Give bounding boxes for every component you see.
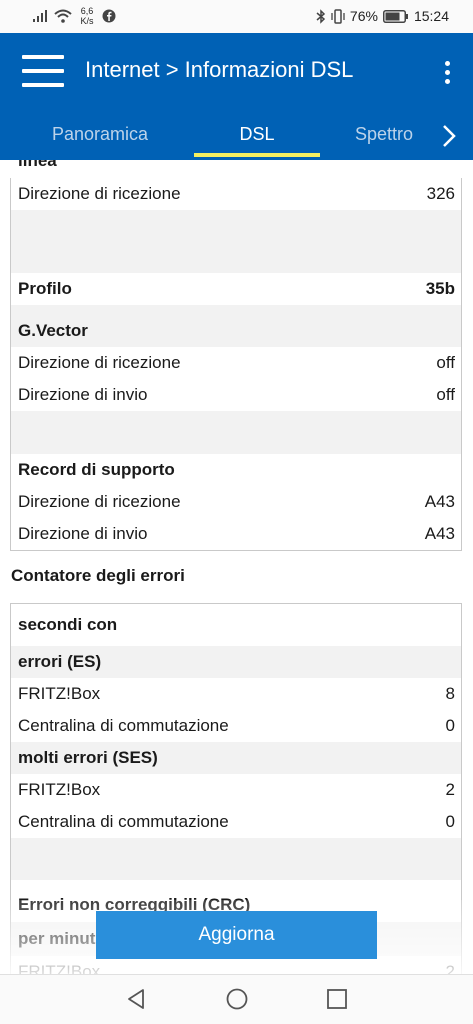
list-item: FRITZ!Box 2 bbox=[11, 774, 461, 806]
spacer-row bbox=[11, 838, 461, 880]
refresh-button[interactable]: Aggiorna bbox=[96, 911, 377, 959]
row-value: off bbox=[436, 353, 455, 372]
row-value: A43 bbox=[424, 492, 455, 511]
vibrate-icon bbox=[331, 8, 345, 24]
network-speed-value: 6,6 bbox=[80, 6, 94, 16]
battery-icon bbox=[382, 9, 408, 23]
network-speed: 6,6 K/s bbox=[78, 6, 96, 26]
list-item: Direzione di invio off bbox=[11, 379, 461, 411]
wifi-icon bbox=[54, 9, 72, 23]
system-nav-bar bbox=[0, 974, 473, 1024]
clock: 15:24 bbox=[413, 8, 449, 24]
row-label: FRITZ!Box bbox=[18, 780, 101, 799]
row-value: 2 bbox=[445, 962, 455, 974]
signal-icon bbox=[33, 10, 47, 22]
tab-dsl[interactable]: DSL bbox=[194, 113, 320, 158]
row-label: Direzione di invio bbox=[18, 385, 148, 404]
row-label: Direzione di ricezione bbox=[18, 353, 181, 372]
row-value: A43 bbox=[424, 524, 455, 543]
row-value: off bbox=[436, 385, 455, 404]
line-info-card: Direzione di ricezione 326 Profilo 35b G… bbox=[10, 178, 462, 551]
list-item: molti errori (SES) bbox=[11, 742, 461, 774]
status-bar-left: 6,6 K/s bbox=[32, 6, 116, 26]
app-bar: Internet > Informazioni DSL Panoramica D… bbox=[0, 33, 473, 160]
list-item: Direzione di ricezione off bbox=[11, 347, 461, 379]
row-label: Record di supporto bbox=[18, 460, 175, 479]
row-label: Centralina di commutazione bbox=[18, 812, 229, 831]
overflow-menu-icon[interactable] bbox=[443, 61, 451, 87]
row-value: 8 bbox=[445, 684, 455, 703]
spacer-row bbox=[11, 411, 461, 454]
row-value: 326 bbox=[426, 184, 455, 203]
list-item: Centralina di commutazione 0 bbox=[11, 710, 461, 742]
network-speed-unit: K/s bbox=[80, 16, 94, 26]
page-title: Internet > Informazioni DSL bbox=[85, 57, 354, 82]
bluetooth-icon bbox=[316, 8, 326, 24]
row-label: Direzione di ricezione bbox=[18, 184, 181, 203]
list-item: Centralina di commutazione 0 bbox=[11, 806, 461, 838]
row-label: Centralina di commutazione bbox=[18, 716, 229, 735]
row-label: FRITZ!Box bbox=[18, 962, 101, 974]
list-item: errori (ES) bbox=[11, 646, 461, 678]
tab-spettro[interactable]: Spettro bbox=[355, 113, 445, 158]
row-label: errori (ES) bbox=[18, 652, 102, 671]
row-value: 35b bbox=[425, 279, 455, 298]
row-label: Direzione di ricezione bbox=[18, 492, 181, 511]
status-bar-right: 76% 15:24 bbox=[316, 8, 449, 24]
row-label: secondi con bbox=[18, 615, 118, 634]
list-item: Direzione di ricezione 326 bbox=[11, 178, 461, 210]
row-label: Profilo bbox=[18, 279, 72, 298]
dsl-info-content[interactable]: linea Direzione di ricezione 326 Profilo… bbox=[0, 160, 473, 974]
section-label-cutoff: linea bbox=[18, 160, 57, 170]
list-item: Profilo 35b bbox=[11, 273, 461, 305]
row-label: FRITZ!Box bbox=[18, 684, 101, 703]
list-item: secondi con bbox=[11, 604, 461, 646]
row-label: G.Vector bbox=[18, 321, 88, 340]
list-item: FRITZ!Box 8 bbox=[11, 678, 461, 710]
list-item: Direzione di invio A43 bbox=[11, 518, 461, 550]
error-counter-heading: Contatore degli errori bbox=[11, 566, 185, 585]
row-label: molti errori (SES) bbox=[18, 748, 158, 767]
list-item: G.Vector bbox=[11, 305, 461, 347]
menu-icon[interactable] bbox=[22, 55, 64, 87]
recents-icon[interactable] bbox=[325, 987, 349, 1011]
home-icon[interactable] bbox=[225, 987, 249, 1011]
facebook-icon bbox=[102, 9, 116, 23]
tab-panoramica[interactable]: Panoramica bbox=[30, 113, 170, 158]
list-item: Record di supporto bbox=[11, 454, 461, 486]
list-item: Direzione di ricezione A43 bbox=[11, 486, 461, 518]
row-label: Direzione di invio bbox=[18, 524, 148, 543]
chevron-right-icon[interactable] bbox=[437, 121, 461, 151]
row-value: 0 bbox=[445, 716, 455, 735]
tab-indicator bbox=[194, 153, 320, 157]
battery-percent: 76% bbox=[349, 8, 378, 24]
spacer-row bbox=[11, 210, 461, 273]
row-value: 0 bbox=[445, 812, 455, 831]
status-bar: 6,6 K/s 76% 15:24 bbox=[0, 0, 473, 33]
row-value: 2 bbox=[445, 780, 455, 799]
back-icon[interactable] bbox=[124, 987, 148, 1011]
row-label: per minuto bbox=[18, 929, 106, 948]
